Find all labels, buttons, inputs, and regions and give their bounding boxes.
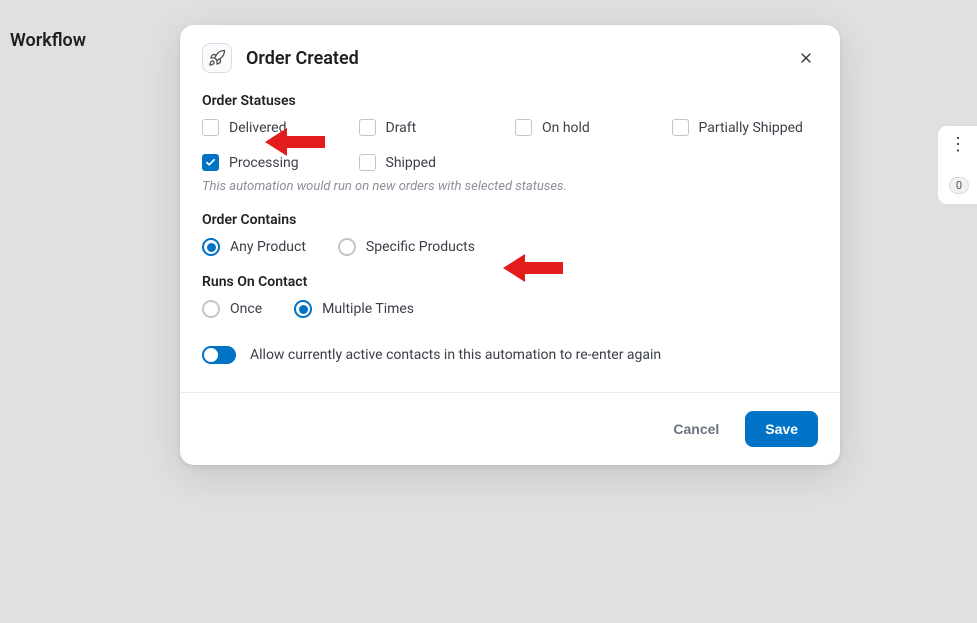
option-specific-products[interactable]: Specific Products	[338, 238, 475, 256]
order-statuses-grid: Delivered Draft On hold Partially Shippe…	[202, 119, 818, 171]
option-multiple-times[interactable]: Multiple Times	[294, 300, 414, 318]
checkbox[interactable]	[672, 119, 689, 136]
checkbox[interactable]	[515, 119, 532, 136]
checkbox[interactable]	[359, 154, 376, 171]
order-statuses-label: Order Statuses	[202, 93, 818, 109]
checkbox[interactable]	[202, 154, 219, 171]
order-contains-label: Order Contains	[202, 212, 818, 228]
order-statuses-hint: This automation would run on new orders …	[202, 179, 818, 194]
modal-footer: Cancel Save	[180, 392, 840, 465]
runs-on-contact-options: Once Multiple Times	[202, 300, 818, 318]
checkbox-label: Processing	[229, 155, 299, 171]
checkbox-label: Shipped	[386, 155, 436, 171]
checkbox-label: Draft	[386, 120, 417, 136]
checkbox[interactable]	[202, 119, 219, 136]
checkbox-label: Partially Shipped	[699, 120, 803, 136]
radio-label: Specific Products	[366, 239, 475, 255]
reenter-toggle[interactable]	[202, 346, 236, 364]
radio[interactable]	[202, 238, 220, 256]
check-icon	[205, 157, 216, 168]
modal-title: Order Created	[246, 48, 780, 69]
checkbox[interactable]	[359, 119, 376, 136]
modal-body: Order Statuses Delivered Draft On hold P…	[180, 87, 840, 392]
radio[interactable]	[294, 300, 312, 318]
rocket-icon	[202, 43, 232, 73]
checkbox-label: Delivered	[229, 120, 286, 136]
option-once[interactable]: Once	[202, 300, 262, 318]
close-button[interactable]	[794, 46, 818, 70]
radio[interactable]	[202, 300, 220, 318]
save-button[interactable]: Save	[745, 411, 818, 447]
status-partially-shipped[interactable]: Partially Shipped	[672, 119, 819, 136]
radio[interactable]	[338, 238, 356, 256]
status-on-hold[interactable]: On hold	[515, 119, 662, 136]
modal-header: Order Created	[180, 25, 840, 87]
status-delivered[interactable]: Delivered	[202, 119, 349, 136]
kebab-menu-icon[interactable]: ⋮	[949, 136, 967, 154]
workflow-step-card: ⋮ 0	[937, 125, 977, 205]
radio-label: Once	[230, 301, 262, 317]
order-contains-options: Any Product Specific Products	[202, 238, 818, 256]
option-any-product[interactable]: Any Product	[202, 238, 306, 256]
cancel-button[interactable]: Cancel	[667, 413, 725, 445]
order-created-modal: Order Created Order Statuses Delivered D…	[180, 25, 840, 465]
reenter-toggle-row: Allow currently active contacts in this …	[202, 346, 818, 364]
checkbox-label: On hold	[542, 120, 590, 136]
radio-label: Multiple Times	[322, 301, 414, 317]
status-shipped[interactable]: Shipped	[359, 154, 506, 171]
radio-label: Any Product	[230, 239, 306, 255]
reenter-toggle-label: Allow currently active contacts in this …	[250, 347, 661, 363]
status-processing[interactable]: Processing	[202, 154, 349, 171]
status-draft[interactable]: Draft	[359, 119, 506, 136]
runs-on-contact-label: Runs On Contact	[202, 274, 818, 290]
page-title: Workflow	[10, 30, 86, 51]
step-count-badge: 0	[949, 177, 969, 194]
